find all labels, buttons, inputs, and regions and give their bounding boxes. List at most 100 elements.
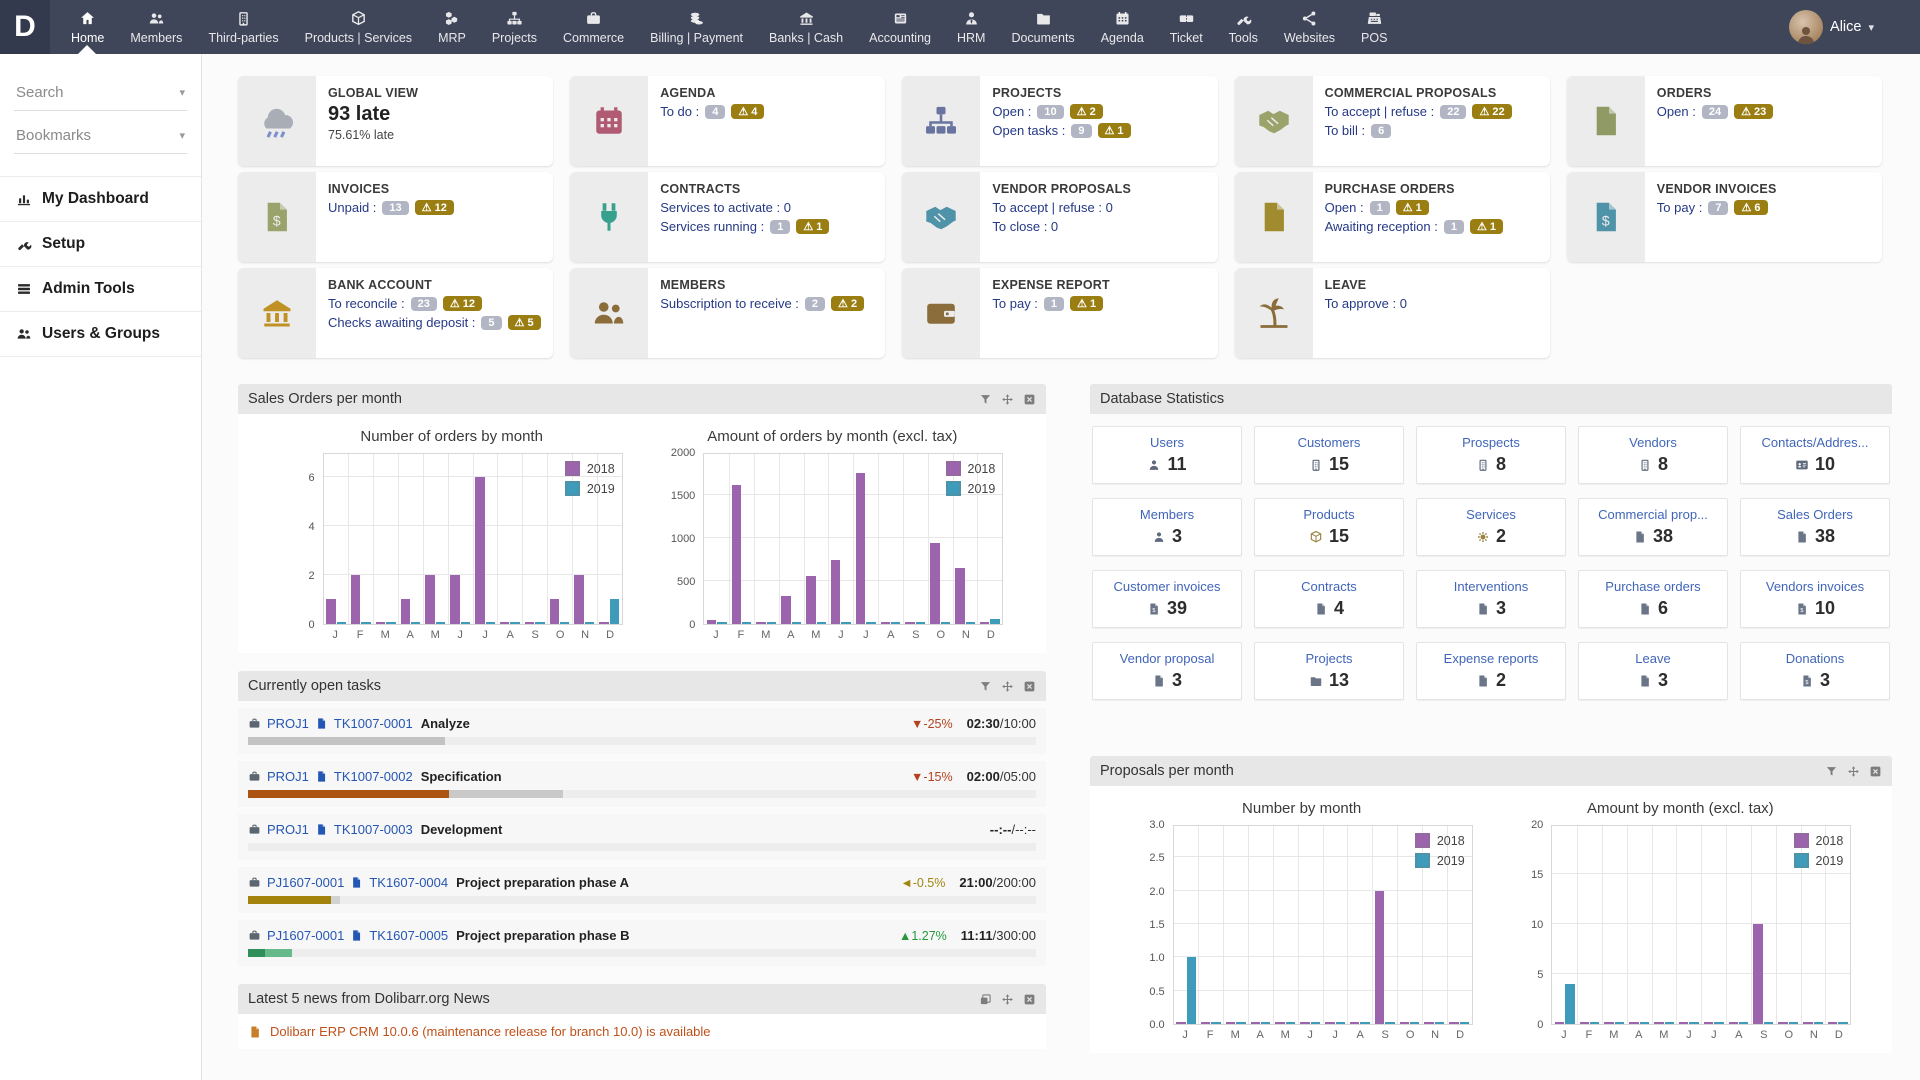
stat-vendors[interactable]: Vendors 8	[1578, 426, 1728, 484]
widget-members[interactable]: MEMBERS Subscription to receive : 2 ⚠ 2	[570, 268, 886, 358]
widget-expense-report[interactable]: EXPENSE REPORT To pay : 1 ⚠ 1	[902, 268, 1218, 358]
stat-label[interactable]: Commercial prop...	[1598, 507, 1708, 522]
stat-label[interactable]: Members	[1140, 507, 1194, 522]
menu-banks-cash[interactable]: Banks | Cash	[756, 0, 856, 54]
widget-commercial-proposals[interactable]: COMMERCIAL PROPOSALS To accept | refuse :…	[1234, 76, 1550, 166]
menu-agenda[interactable]: Agenda	[1088, 0, 1157, 54]
stat-donations[interactable]: Donations $3	[1740, 642, 1890, 700]
task-ref-link[interactable]: TK1007-0002	[334, 769, 413, 784]
stat-label[interactable]: Vendors	[1629, 435, 1677, 450]
menu-products-services[interactable]: Products | Services	[292, 0, 425, 54]
stat-users[interactable]: Users 11	[1092, 426, 1242, 484]
stat-label[interactable]: Customer invoices	[1114, 579, 1221, 594]
task-ref-link[interactable]: TK1607-0005	[369, 928, 448, 943]
stat-sales-orders[interactable]: Sales Orders 38	[1740, 498, 1890, 556]
stat-label[interactable]: Leave	[1635, 651, 1670, 666]
widget-vendor-invoices[interactable]: $ VENDOR INVOICES To pay : 7 ⚠ 6	[1566, 172, 1882, 262]
menu-hrm[interactable]: HRM	[944, 0, 998, 54]
stat-label[interactable]: Services	[1466, 507, 1516, 522]
close-icon[interactable]	[1023, 993, 1036, 1006]
stat-label[interactable]: Donations	[1786, 651, 1845, 666]
stat-commercial-prop[interactable]: Commercial prop... 38	[1578, 498, 1728, 556]
filter-icon[interactable]	[979, 680, 992, 693]
sidebar-item-setup[interactable]: Setup	[0, 222, 201, 267]
menu-mrp[interactable]: MRP	[425, 0, 479, 54]
move-icon[interactable]	[1001, 680, 1014, 693]
sidebar-item-my-dashboard[interactable]: My Dashboard	[0, 176, 201, 222]
menu-websites[interactable]: Websites	[1271, 0, 1348, 54]
stat-purchase-orders[interactable]: Purchase orders 6	[1578, 570, 1728, 628]
close-icon[interactable]	[1869, 765, 1882, 778]
stat-label[interactable]: Sales Orders	[1777, 507, 1853, 522]
stat-expense-reports[interactable]: Expense reports 2	[1416, 642, 1566, 700]
stat-label[interactable]: Products	[1303, 507, 1354, 522]
menu-projects[interactable]: Projects	[479, 0, 550, 54]
widget-contracts[interactable]: CONTRACTS Services to activate : 0 Service…	[570, 172, 886, 262]
widget-agenda[interactable]: AGENDA To do : 4 ⚠ 4	[570, 76, 886, 166]
stat-vendors-invoices[interactable]: Vendors invoices $10	[1740, 570, 1890, 628]
stat-leave[interactable]: Leave 3	[1578, 642, 1728, 700]
widget-leave[interactable]: LEAVE To approve : 0	[1234, 268, 1550, 358]
stat-label[interactable]: Contacts/Addres...	[1762, 435, 1869, 450]
stat-interventions[interactable]: Interventions 3	[1416, 570, 1566, 628]
stat-contracts[interactable]: Contracts 4	[1254, 570, 1404, 628]
widget-orders[interactable]: ORDERS Open : 24 ⚠ 23	[1566, 76, 1882, 166]
app-logo[interactable]: D	[0, 0, 50, 54]
widget-vendor-proposals[interactable]: VENDOR PROPOSALS To accept | refuse : 0 To…	[902, 172, 1218, 262]
menu-tools[interactable]: Tools	[1216, 0, 1271, 54]
menu-ticket[interactable]: Ticket	[1157, 0, 1216, 54]
stat-customers[interactable]: Customers 15	[1254, 426, 1404, 484]
stat-prospects[interactable]: Prospects 8	[1416, 426, 1566, 484]
stat-label[interactable]: Vendor proposal	[1120, 651, 1215, 666]
menu-commerce[interactable]: Commerce	[550, 0, 637, 54]
menu-accounting[interactable]: Accounting	[856, 0, 944, 54]
news-link[interactable]: Dolibarr ERP CRM 10.0.6 (maintenance rel…	[270, 1024, 711, 1039]
stat-label[interactable]: Purchase orders	[1605, 579, 1700, 594]
project-link[interactable]: PROJ1	[267, 716, 309, 731]
stat-customer-invoices[interactable]: Customer invoices $39	[1092, 570, 1242, 628]
search-dropdown[interactable]: Search ▾	[14, 76, 187, 111]
menu-documents[interactable]: Documents	[998, 0, 1087, 54]
user-menu[interactable]: Alice ▾	[1789, 10, 1874, 44]
widget-invoices[interactable]: $ INVOICES Unpaid : 13 ⚠ 12	[238, 172, 554, 262]
menu-billing-payment[interactable]: Billing | Payment	[637, 0, 756, 54]
task-ref-link[interactable]: TK1007-0003	[334, 822, 413, 837]
menu-third-parties[interactable]: Third-parties	[195, 0, 291, 54]
project-link[interactable]: PJ1607-0001	[267, 928, 344, 943]
project-link[interactable]: PJ1607-0001	[267, 875, 344, 890]
widget-projects[interactable]: PROJECTS Open : 10 ⚠ 2 Open tasks : 9 ⚠ 1	[902, 76, 1218, 166]
widget-purchase-orders[interactable]: PURCHASE ORDERS Open :1 ⚠ 1 Awaiting recept…	[1234, 172, 1550, 262]
task-ref-link[interactable]: TK1007-0001	[334, 716, 413, 731]
move-icon[interactable]	[1001, 393, 1014, 406]
menu-pos[interactable]: POS	[1348, 0, 1400, 54]
sidebar-item-admin-tools[interactable]: Admin Tools	[0, 267, 201, 312]
stat-label[interactable]: Customers	[1298, 435, 1361, 450]
filter-icon[interactable]	[979, 393, 992, 406]
stat-products[interactable]: Products 15	[1254, 498, 1404, 556]
stat-label[interactable]: Interventions	[1454, 579, 1528, 594]
bookmarks-dropdown[interactable]: Bookmarks ▾	[14, 119, 187, 154]
stat-label[interactable]: Projects	[1306, 651, 1353, 666]
stat-label[interactable]: Vendors invoices	[1766, 579, 1864, 594]
move-icon[interactable]	[1847, 765, 1860, 778]
stat-vendor-proposal[interactable]: Vendor proposal 3	[1092, 642, 1242, 700]
widget-global-view[interactable]: GLOBAL VIEW 93 late 75.61% late	[238, 76, 554, 166]
close-icon[interactable]	[1023, 393, 1036, 406]
stat-label[interactable]: Prospects	[1462, 435, 1520, 450]
widget-bank-account[interactable]: BANK ACCOUNT To reconcile : 23 ⚠ 12 Checks a…	[238, 268, 554, 358]
stat-label[interactable]: Contracts	[1301, 579, 1357, 594]
close-icon[interactable]	[1023, 680, 1036, 693]
stat-label[interactable]: Users	[1150, 435, 1184, 450]
stat-members[interactable]: Members 3	[1092, 498, 1242, 556]
window-restore-icon[interactable]	[979, 993, 992, 1006]
project-link[interactable]: PROJ1	[267, 822, 309, 837]
stat-projects[interactable]: Projects 13	[1254, 642, 1404, 700]
sidebar-item-users-groups[interactable]: Users & Groups	[0, 312, 201, 357]
stat-label[interactable]: Expense reports	[1444, 651, 1539, 666]
task-ref-link[interactable]: TK1607-0004	[369, 875, 448, 890]
menu-members[interactable]: Members	[117, 0, 195, 54]
project-link[interactable]: PROJ1	[267, 769, 309, 784]
stat-contacts-addres[interactable]: Contacts/Addres... 10	[1740, 426, 1890, 484]
move-icon[interactable]	[1001, 993, 1014, 1006]
stat-services[interactable]: Services 2	[1416, 498, 1566, 556]
